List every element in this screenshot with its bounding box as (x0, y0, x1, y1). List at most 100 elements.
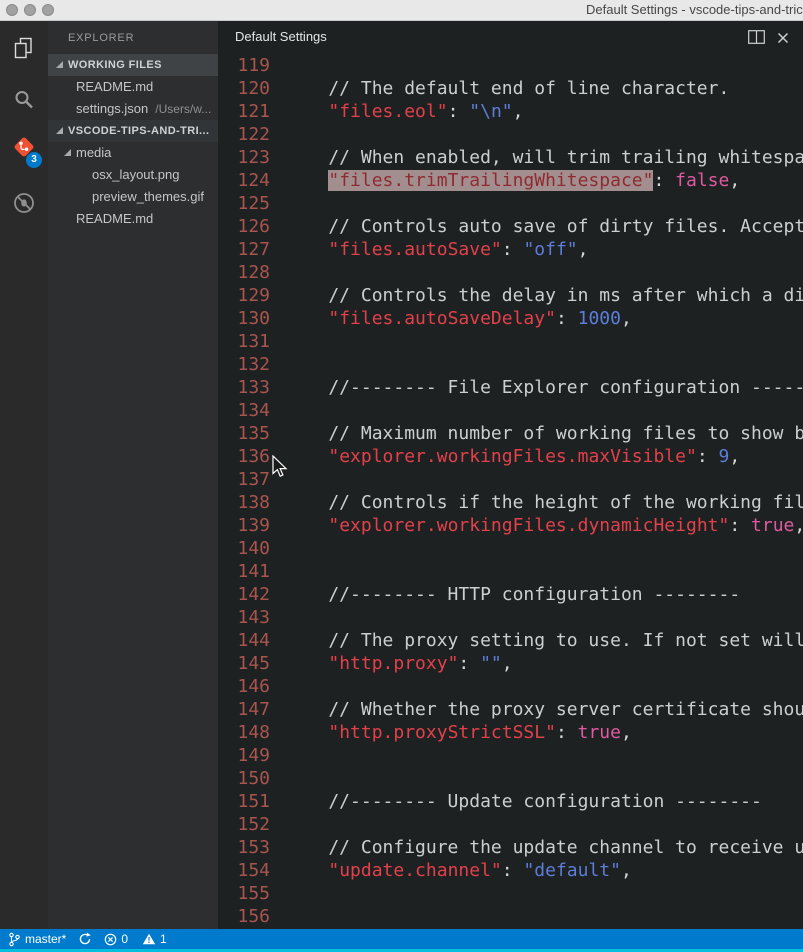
vscode-window: { "colors": { "accent": "#007acc", "key-… (0, 0, 803, 952)
code-token: : (458, 653, 480, 674)
code-line[interactable]: 144 // The proxy setting to use. If not … (218, 629, 803, 652)
code-text: "update.channel": "default", (270, 859, 632, 882)
close-window-button[interactable] (6, 4, 18, 16)
split-editor-button[interactable] (748, 30, 765, 49)
code-line[interactable]: 125 (218, 192, 803, 215)
line-number: 148 (218, 721, 270, 744)
code-text: // Controls the delay in ms after which … (270, 284, 803, 307)
code-line[interactable]: 129 // Controls the delay in ms after wh… (218, 284, 803, 307)
maximize-window-button[interactable] (42, 4, 54, 16)
line-number: 139 (218, 514, 270, 537)
error-count: 0 (121, 932, 128, 946)
code-line[interactable]: 140 (218, 537, 803, 560)
problems-status[interactable]: 0 1 (104, 932, 176, 946)
code-text: // Maximum number of working files to sh… (270, 422, 803, 445)
code-line[interactable]: 130 "files.autoSaveDelay": 1000, (218, 307, 803, 330)
debug-activity-button[interactable] (0, 181, 48, 225)
working-file-item[interactable]: settings.json/Users/w... (48, 98, 218, 120)
code-line[interactable]: 139 "explorer.workingFiles.dynamicHeight… (218, 514, 803, 537)
code-line[interactable]: 127 "files.autoSave": "off", (218, 238, 803, 261)
code-line[interactable]: 142 //-------- HTTP configuration ------… (218, 583, 803, 606)
working-file-item[interactable]: README.md (48, 76, 218, 98)
code-line[interactable]: 147 // Whether the proxy server certific… (218, 698, 803, 721)
code-line[interactable]: 131 (218, 330, 803, 353)
code-token: true (578, 722, 621, 743)
code-line[interactable]: 145 "http.proxy": "", (218, 652, 803, 675)
code-token: true (751, 515, 794, 536)
code-line[interactable]: 121 "files.eol": "\n", (218, 100, 803, 123)
code-line[interactable]: 149 (218, 744, 803, 767)
code-line[interactable]: 146 (218, 675, 803, 698)
code-text (270, 767, 285, 790)
code-line[interactable]: 155 (218, 882, 803, 905)
file-item[interactable]: osx_layout.png (48, 164, 218, 186)
files-icon (11, 35, 37, 61)
code-text (270, 468, 285, 491)
line-number: 134 (218, 399, 270, 422)
code-token (285, 653, 328, 674)
code-token: "files.autoSaveDelay" (328, 308, 556, 329)
code-line[interactable]: 156 (218, 905, 803, 928)
code-text (270, 744, 285, 767)
code-line[interactable]: 136 "explorer.workingFiles.maxVisible": … (218, 445, 803, 468)
git-activity-button[interactable]: 3 (0, 125, 48, 169)
working-files-section-header[interactable]: WORKING FILES (48, 54, 218, 76)
code-token: 1000 (578, 308, 621, 329)
folder-item[interactable]: media (48, 142, 218, 164)
line-number: 124 (218, 169, 270, 192)
explorer-activity-button[interactable] (0, 26, 48, 70)
line-number: 133 (218, 376, 270, 399)
code-line[interactable]: 120 // The default end of line character… (218, 77, 803, 100)
code-token: //-------- Update configuration -------- (285, 791, 762, 812)
sync-button[interactable] (78, 932, 92, 946)
code-line[interactable]: 154 "update.channel": "default", (218, 859, 803, 882)
code-line[interactable]: 151 //-------- Update configuration ----… (218, 790, 803, 813)
code-line[interactable]: 133 //-------- File Explorer configurati… (218, 376, 803, 399)
code-line[interactable]: 138 // Controls if the height of the wor… (218, 491, 803, 514)
code-line[interactable]: 132 (218, 353, 803, 376)
code-line[interactable]: 153 // Configure the update channel to r… (218, 836, 803, 859)
line-number: 121 (218, 100, 270, 123)
line-number: 135 (218, 422, 270, 445)
code-text: //-------- HTTP configuration -------- (270, 583, 740, 606)
line-number: 142 (218, 583, 270, 606)
code-line[interactable]: 152 (218, 813, 803, 836)
file-item[interactable]: preview_themes.gif (48, 186, 218, 208)
code-token: , (621, 860, 632, 881)
code-line[interactable]: 134 (218, 399, 803, 422)
git-branch-status[interactable]: master* (8, 932, 66, 947)
code-line[interactable]: 122 (218, 123, 803, 146)
chevron-expanded-icon[interactable] (56, 61, 63, 68)
code-line[interactable]: 124 "files.trimTrailingWhitespace": fals… (218, 169, 803, 192)
line-number: 130 (218, 307, 270, 330)
code-line[interactable]: 137 (218, 468, 803, 491)
code-line[interactable]: 135 // Maximum number of working files t… (218, 422, 803, 445)
chevron-expanded-icon[interactable] (56, 127, 63, 134)
code-token (285, 722, 328, 743)
line-number: 137 (218, 468, 270, 491)
code-line[interactable]: 128 (218, 261, 803, 284)
sidebar-title: EXPLORER (48, 20, 218, 54)
code-line[interactable]: 150 (218, 767, 803, 790)
folder-name: media (76, 142, 111, 164)
close-editor-button[interactable] (777, 31, 789, 49)
code-line[interactable]: 119 (218, 54, 803, 77)
minimize-window-button[interactable] (24, 4, 36, 16)
code-line[interactable]: 143 (218, 606, 803, 629)
line-number: 155 (218, 882, 270, 905)
code-token: : (729, 515, 751, 536)
file-item[interactable]: README.md (48, 208, 218, 230)
code-line[interactable]: 126 // Controls auto save of dirty files… (218, 215, 803, 238)
code-token: : (502, 239, 524, 260)
code-token: , (729, 170, 740, 191)
search-activity-button[interactable] (0, 78, 48, 122)
code-text: "http.proxy": "", (270, 652, 513, 675)
code-line[interactable]: 148 "http.proxyStrictSSL": true, (218, 721, 803, 744)
code-editor[interactable]: 119120 // The default end of line charac… (218, 54, 803, 929)
chevron-expanded-icon[interactable] (64, 149, 71, 156)
folder-section-header[interactable]: VSCODE-TIPS-AND-TRI... (48, 120, 218, 142)
code-line[interactable]: 123 // When enabled, will trim trailing … (218, 146, 803, 169)
code-line[interactable]: 141 (218, 560, 803, 583)
code-token: : (448, 101, 470, 122)
file-name: settings.json (76, 98, 148, 120)
